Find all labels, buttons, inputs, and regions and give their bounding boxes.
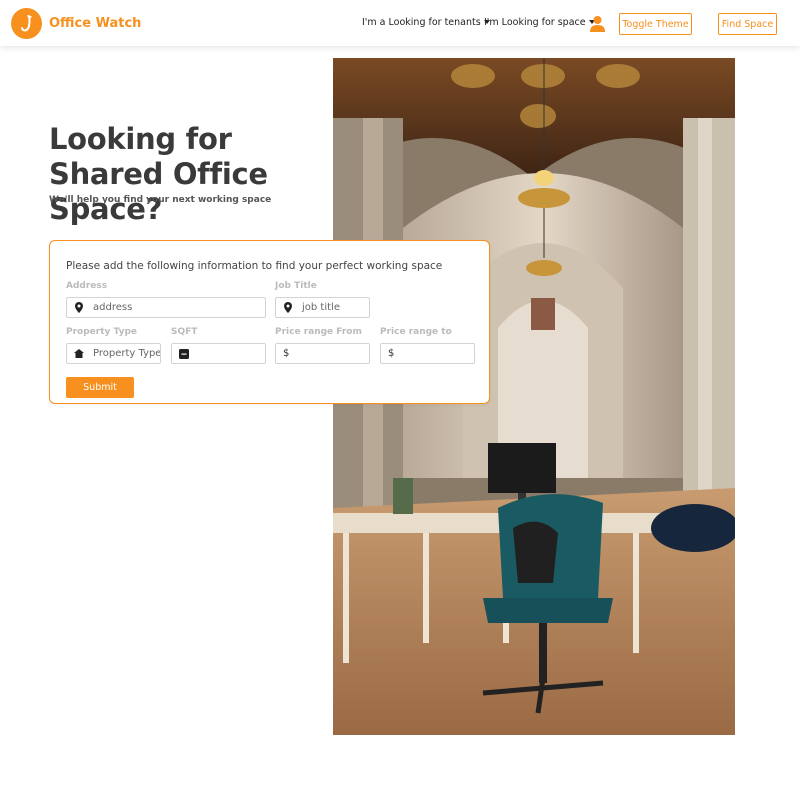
hero-title: Looking for Shared Office Space? xyxy=(49,122,268,226)
dollar-prefix: $ xyxy=(388,348,395,359)
price-to-input[interactable]: $ xyxy=(380,343,475,364)
address-placeholder: address xyxy=(93,302,133,313)
price-from-label: Price range From xyxy=(275,327,362,337)
logo-icon xyxy=(11,8,42,39)
address-label: Address xyxy=(66,281,108,291)
brand-name: Office Watch xyxy=(49,16,142,31)
nav-space-label: I'm Looking for space xyxy=(484,17,586,28)
property-type-label: Property Type xyxy=(66,327,137,337)
hero-subtitle: We'll help you find your next working sp… xyxy=(49,195,272,205)
sqft-label: SQFT xyxy=(171,327,198,337)
dollar-prefix: $ xyxy=(283,348,290,359)
sqft-input[interactable] xyxy=(171,343,266,364)
user-icon[interactable] xyxy=(589,15,606,32)
job-title-placeholder: job title xyxy=(302,302,340,313)
job-title-label: Job Title xyxy=(275,281,317,291)
building-icon xyxy=(70,344,88,363)
find-space-button[interactable]: Find Space xyxy=(718,13,777,35)
property-type-input[interactable]: Property Type xyxy=(66,343,161,364)
form-heading: Please add the following information to … xyxy=(66,260,443,272)
price-to-label: Price range to xyxy=(380,327,452,337)
toggle-theme-button[interactable]: Toggle Theme xyxy=(619,13,692,35)
price-from-input[interactable]: $ xyxy=(275,343,370,364)
navbar: Office Watch I'm a Looking for tenants I… xyxy=(0,0,800,46)
nav-space-dropdown[interactable]: I'm Looking for space xyxy=(484,17,595,28)
square-icon xyxy=(175,344,193,363)
submit-button[interactable]: Submit xyxy=(66,377,134,398)
nav-tenants-dropdown[interactable]: I'm a Looking for tenants xyxy=(362,17,490,28)
brand[interactable]: Office Watch xyxy=(11,8,141,39)
property-type-placeholder: Property Type xyxy=(93,348,161,359)
job-title-input[interactable]: job title xyxy=(275,297,370,318)
address-input[interactable]: address xyxy=(66,297,266,318)
nav-tenants-label: I'm a Looking for tenants xyxy=(362,17,481,28)
map-marker-icon xyxy=(279,298,297,317)
map-marker-icon xyxy=(70,298,88,317)
search-form-card: Please add the following information to … xyxy=(49,240,490,404)
